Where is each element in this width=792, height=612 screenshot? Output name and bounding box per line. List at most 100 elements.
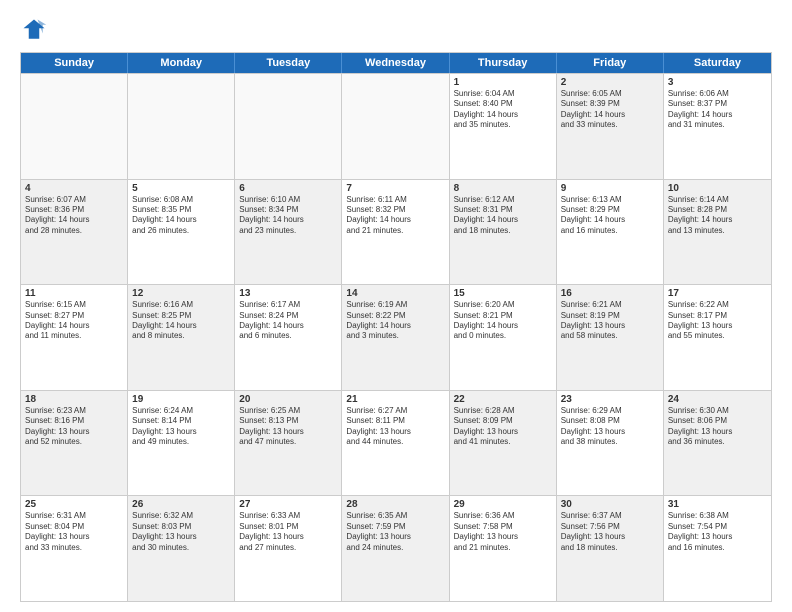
cell-info: Sunrise: 6:16 AM Sunset: 8:25 PM Dayligh…	[132, 300, 230, 342]
day-number: 19	[132, 394, 230, 405]
calendar-cell: 18Sunrise: 6:23 AM Sunset: 8:16 PM Dayli…	[21, 391, 128, 496]
calendar-cell: 10Sunrise: 6:14 AM Sunset: 8:28 PM Dayli…	[664, 180, 771, 285]
cell-info: Sunrise: 6:15 AM Sunset: 8:27 PM Dayligh…	[25, 300, 123, 342]
day-number: 4	[25, 183, 123, 194]
calendar: SundayMondayTuesdayWednesdayThursdayFrid…	[20, 52, 772, 602]
cell-info: Sunrise: 6:06 AM Sunset: 8:37 PM Dayligh…	[668, 89, 767, 131]
calendar-cell: 8Sunrise: 6:12 AM Sunset: 8:31 PM Daylig…	[450, 180, 557, 285]
calendar-row: 4Sunrise: 6:07 AM Sunset: 8:36 PM Daylig…	[21, 180, 771, 286]
calendar-cell: 1Sunrise: 6:04 AM Sunset: 8:40 PM Daylig…	[450, 74, 557, 179]
calendar-cell: 23Sunrise: 6:29 AM Sunset: 8:08 PM Dayli…	[557, 391, 664, 496]
cell-info: Sunrise: 6:23 AM Sunset: 8:16 PM Dayligh…	[25, 406, 123, 448]
calendar-cell: 11Sunrise: 6:15 AM Sunset: 8:27 PM Dayli…	[21, 285, 128, 390]
calendar-cell: 29Sunrise: 6:36 AM Sunset: 7:58 PM Dayli…	[450, 496, 557, 601]
cell-info: Sunrise: 6:21 AM Sunset: 8:19 PM Dayligh…	[561, 300, 659, 342]
calendar-cell: 6Sunrise: 6:10 AM Sunset: 8:34 PM Daylig…	[235, 180, 342, 285]
cell-info: Sunrise: 6:05 AM Sunset: 8:39 PM Dayligh…	[561, 89, 659, 131]
cell-info: Sunrise: 6:24 AM Sunset: 8:14 PM Dayligh…	[132, 406, 230, 448]
day-number: 30	[561, 499, 659, 510]
day-number: 16	[561, 288, 659, 299]
day-number: 14	[346, 288, 444, 299]
day-number: 18	[25, 394, 123, 405]
calendar-cell: 16Sunrise: 6:21 AM Sunset: 8:19 PM Dayli…	[557, 285, 664, 390]
day-number: 2	[561, 77, 659, 88]
cell-info: Sunrise: 6:04 AM Sunset: 8:40 PM Dayligh…	[454, 89, 552, 131]
day-number: 12	[132, 288, 230, 299]
cell-info: Sunrise: 6:31 AM Sunset: 8:04 PM Dayligh…	[25, 511, 123, 553]
cell-info: Sunrise: 6:33 AM Sunset: 8:01 PM Dayligh…	[239, 511, 337, 553]
calendar-cell: 28Sunrise: 6:35 AM Sunset: 7:59 PM Dayli…	[342, 496, 449, 601]
cell-info: Sunrise: 6:10 AM Sunset: 8:34 PM Dayligh…	[239, 195, 337, 237]
calendar-row: 25Sunrise: 6:31 AM Sunset: 8:04 PM Dayli…	[21, 496, 771, 601]
calendar-cell: 19Sunrise: 6:24 AM Sunset: 8:14 PM Dayli…	[128, 391, 235, 496]
cell-info: Sunrise: 6:19 AM Sunset: 8:22 PM Dayligh…	[346, 300, 444, 342]
day-number: 20	[239, 394, 337, 405]
cell-info: Sunrise: 6:37 AM Sunset: 7:56 PM Dayligh…	[561, 511, 659, 553]
day-number: 31	[668, 499, 767, 510]
day-number: 26	[132, 499, 230, 510]
day-number: 8	[454, 183, 552, 194]
day-number: 6	[239, 183, 337, 194]
calendar-cell: 7Sunrise: 6:11 AM Sunset: 8:32 PM Daylig…	[342, 180, 449, 285]
weekday-header: Sunday	[21, 53, 128, 73]
logo-icon	[20, 16, 48, 44]
day-number: 11	[25, 288, 123, 299]
day-number: 28	[346, 499, 444, 510]
day-number: 21	[346, 394, 444, 405]
weekday-header: Monday	[128, 53, 235, 73]
cell-info: Sunrise: 6:11 AM Sunset: 8:32 PM Dayligh…	[346, 195, 444, 237]
day-number: 23	[561, 394, 659, 405]
cell-info: Sunrise: 6:08 AM Sunset: 8:35 PM Dayligh…	[132, 195, 230, 237]
header	[20, 16, 772, 44]
day-number: 24	[668, 394, 767, 405]
cell-info: Sunrise: 6:17 AM Sunset: 8:24 PM Dayligh…	[239, 300, 337, 342]
day-number: 10	[668, 183, 767, 194]
calendar-body: 1Sunrise: 6:04 AM Sunset: 8:40 PM Daylig…	[20, 74, 772, 602]
cell-info: Sunrise: 6:22 AM Sunset: 8:17 PM Dayligh…	[668, 300, 767, 342]
calendar-cell: 9Sunrise: 6:13 AM Sunset: 8:29 PM Daylig…	[557, 180, 664, 285]
calendar-cell: 4Sunrise: 6:07 AM Sunset: 8:36 PM Daylig…	[21, 180, 128, 285]
cell-info: Sunrise: 6:30 AM Sunset: 8:06 PM Dayligh…	[668, 406, 767, 448]
calendar-cell: 31Sunrise: 6:38 AM Sunset: 7:54 PM Dayli…	[664, 496, 771, 601]
calendar-cell: 25Sunrise: 6:31 AM Sunset: 8:04 PM Dayli…	[21, 496, 128, 601]
calendar-cell: 15Sunrise: 6:20 AM Sunset: 8:21 PM Dayli…	[450, 285, 557, 390]
calendar-cell	[235, 74, 342, 179]
day-number: 15	[454, 288, 552, 299]
weekday-header: Wednesday	[342, 53, 449, 73]
calendar-cell: 20Sunrise: 6:25 AM Sunset: 8:13 PM Dayli…	[235, 391, 342, 496]
weekday-header: Tuesday	[235, 53, 342, 73]
weekday-header: Thursday	[450, 53, 557, 73]
calendar-cell: 5Sunrise: 6:08 AM Sunset: 8:35 PM Daylig…	[128, 180, 235, 285]
calendar-cell: 22Sunrise: 6:28 AM Sunset: 8:09 PM Dayli…	[450, 391, 557, 496]
calendar-row: 11Sunrise: 6:15 AM Sunset: 8:27 PM Dayli…	[21, 285, 771, 391]
calendar-cell: 30Sunrise: 6:37 AM Sunset: 7:56 PM Dayli…	[557, 496, 664, 601]
cell-info: Sunrise: 6:07 AM Sunset: 8:36 PM Dayligh…	[25, 195, 123, 237]
calendar-row: 1Sunrise: 6:04 AM Sunset: 8:40 PM Daylig…	[21, 74, 771, 180]
day-number: 3	[668, 77, 767, 88]
calendar-header: SundayMondayTuesdayWednesdayThursdayFrid…	[20, 52, 772, 74]
day-number: 5	[132, 183, 230, 194]
cell-info: Sunrise: 6:28 AM Sunset: 8:09 PM Dayligh…	[454, 406, 552, 448]
cell-info: Sunrise: 6:27 AM Sunset: 8:11 PM Dayligh…	[346, 406, 444, 448]
day-number: 9	[561, 183, 659, 194]
calendar-cell: 27Sunrise: 6:33 AM Sunset: 8:01 PM Dayli…	[235, 496, 342, 601]
day-number: 22	[454, 394, 552, 405]
day-number: 17	[668, 288, 767, 299]
calendar-cell: 12Sunrise: 6:16 AM Sunset: 8:25 PM Dayli…	[128, 285, 235, 390]
page: SundayMondayTuesdayWednesdayThursdayFrid…	[0, 0, 792, 612]
cell-info: Sunrise: 6:14 AM Sunset: 8:28 PM Dayligh…	[668, 195, 767, 237]
cell-info: Sunrise: 6:20 AM Sunset: 8:21 PM Dayligh…	[454, 300, 552, 342]
cell-info: Sunrise: 6:13 AM Sunset: 8:29 PM Dayligh…	[561, 195, 659, 237]
calendar-cell: 2Sunrise: 6:05 AM Sunset: 8:39 PM Daylig…	[557, 74, 664, 179]
calendar-cell	[21, 74, 128, 179]
calendar-cell: 14Sunrise: 6:19 AM Sunset: 8:22 PM Dayli…	[342, 285, 449, 390]
cell-info: Sunrise: 6:25 AM Sunset: 8:13 PM Dayligh…	[239, 406, 337, 448]
weekday-header: Friday	[557, 53, 664, 73]
day-number: 1	[454, 77, 552, 88]
cell-info: Sunrise: 6:12 AM Sunset: 8:31 PM Dayligh…	[454, 195, 552, 237]
calendar-cell: 13Sunrise: 6:17 AM Sunset: 8:24 PM Dayli…	[235, 285, 342, 390]
cell-info: Sunrise: 6:29 AM Sunset: 8:08 PM Dayligh…	[561, 406, 659, 448]
cell-info: Sunrise: 6:38 AM Sunset: 7:54 PM Dayligh…	[668, 511, 767, 553]
calendar-cell: 24Sunrise: 6:30 AM Sunset: 8:06 PM Dayli…	[664, 391, 771, 496]
logo	[20, 16, 52, 44]
